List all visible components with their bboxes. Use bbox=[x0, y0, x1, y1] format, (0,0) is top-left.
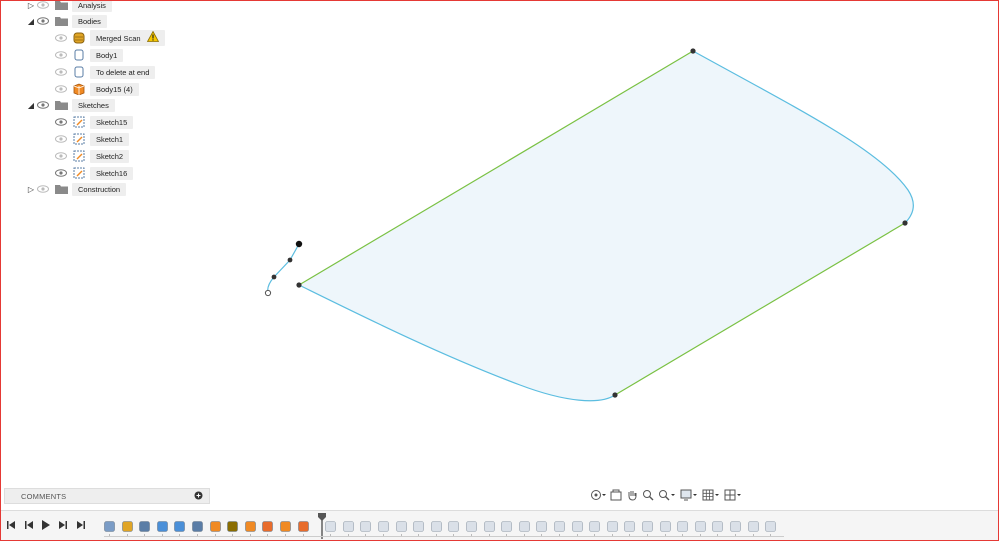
timeline bbox=[0, 510, 999, 541]
timeline-feature-icon[interactable] bbox=[624, 519, 636, 532]
sketch-point[interactable] bbox=[612, 392, 618, 398]
timeline-track[interactable] bbox=[104, 513, 784, 539]
timeline-feature-icon[interactable] bbox=[262, 519, 274, 532]
timeline-feature-icon[interactable] bbox=[571, 519, 583, 532]
timeline-feature-icon[interactable] bbox=[325, 519, 336, 532]
viewports-icon[interactable] bbox=[724, 488, 742, 502]
timeline-baseline bbox=[104, 536, 784, 537]
timeline-feature-icon[interactable] bbox=[659, 519, 671, 532]
sketch-point[interactable] bbox=[296, 282, 302, 288]
zoom-icon[interactable] bbox=[642, 488, 654, 502]
timeline-feature-icon[interactable] bbox=[192, 519, 203, 532]
timeline-feature-icon[interactable] bbox=[342, 519, 354, 532]
sketch-profile[interactable] bbox=[299, 51, 914, 401]
comments-label: COMMENTS bbox=[21, 491, 67, 501]
timeline-feature-icon[interactable] bbox=[104, 519, 115, 532]
timeline-feature-icon[interactable] bbox=[518, 519, 530, 532]
timeline-feature-icon[interactable] bbox=[730, 519, 741, 532]
sketch-point-open[interactable] bbox=[264, 289, 272, 297]
display-settings-icon[interactable] bbox=[680, 488, 698, 502]
step-back-icon[interactable] bbox=[24, 519, 34, 531]
timeline-feature-icon[interactable] bbox=[156, 519, 168, 532]
sketch-point[interactable] bbox=[295, 240, 303, 248]
fit-icon[interactable] bbox=[658, 488, 676, 502]
timeline-feature-icon[interactable] bbox=[694, 519, 706, 532]
timeline-feature-icon[interactable] bbox=[395, 519, 407, 532]
timeline-feature-icon[interactable] bbox=[554, 519, 565, 532]
timeline-feature-icon[interactable] bbox=[139, 519, 150, 532]
timeline-feature-icon[interactable] bbox=[448, 519, 460, 532]
timeline-feature-icon[interactable] bbox=[378, 519, 389, 532]
navigation-bar bbox=[590, 487, 758, 503]
orbit-icon[interactable] bbox=[590, 488, 606, 502]
timeline-feature-icon[interactable] bbox=[209, 519, 221, 532]
skip-start-icon[interactable] bbox=[6, 519, 16, 531]
pan-icon[interactable] bbox=[626, 488, 638, 502]
timeline-feature-icon[interactable] bbox=[227, 519, 238, 532]
sketch-spline-small[interactable] bbox=[267, 243, 300, 294]
timeline-feature-icon[interactable] bbox=[483, 519, 495, 532]
timeline-feature-icon[interactable] bbox=[606, 519, 618, 532]
timeline-feature-icon[interactable] bbox=[536, 519, 548, 532]
timeline-feature-icon[interactable] bbox=[297, 519, 309, 532]
play-icon[interactable] bbox=[41, 519, 51, 531]
timeline-feature-icon[interactable] bbox=[747, 519, 759, 532]
timeline-feature-icon[interactable] bbox=[280, 519, 291, 532]
timeline-feature-icon[interactable] bbox=[765, 519, 776, 532]
timeline-feature-icon[interactable] bbox=[244, 519, 256, 532]
timeline-feature-icon[interactable] bbox=[360, 519, 372, 532]
look-at-icon[interactable] bbox=[610, 488, 622, 502]
sketch-point[interactable] bbox=[271, 274, 277, 280]
grid-icon[interactable] bbox=[702, 488, 720, 502]
sketch-point[interactable] bbox=[690, 48, 696, 54]
add-comment-icon[interactable] bbox=[194, 491, 203, 502]
sketch-point[interactable] bbox=[287, 257, 293, 263]
timeline-feature-icon[interactable] bbox=[642, 519, 653, 532]
timeline-feature-icon[interactable] bbox=[589, 519, 600, 532]
timeline-feature-icon[interactable] bbox=[501, 519, 512, 532]
timeline-feature-icon[interactable] bbox=[677, 519, 688, 532]
timeline-feature-icon[interactable] bbox=[712, 519, 724, 532]
timeline-feature-icon[interactable] bbox=[121, 519, 133, 532]
comments-panel[interactable]: COMMENTS bbox=[4, 488, 210, 504]
timeline-feature-icon[interactable] bbox=[430, 519, 442, 532]
step-forward-icon[interactable] bbox=[58, 519, 68, 531]
skip-end-icon[interactable] bbox=[76, 519, 86, 531]
sketch-point[interactable] bbox=[902, 220, 908, 226]
canvas-viewport[interactable] bbox=[0, 0, 999, 541]
timeline-feature-icon[interactable] bbox=[174, 519, 186, 532]
timeline-feature-icon[interactable] bbox=[413, 519, 424, 532]
timeline-feature-icon[interactable] bbox=[466, 519, 477, 532]
